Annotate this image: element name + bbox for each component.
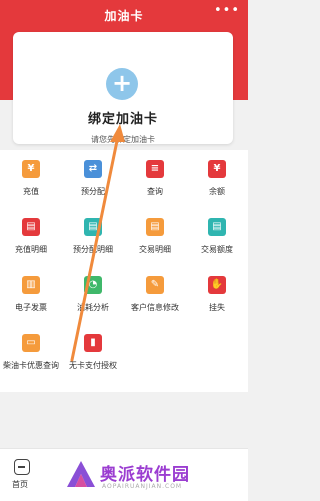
grid-item-query[interactable]: ≡ 查询: [124, 150, 186, 208]
customer-info-icon: ✎: [146, 276, 164, 294]
grid-item-transaction-limit[interactable]: ▤ 交易额度: [186, 208, 248, 266]
grid-item-transaction-detail[interactable]: ▤ 交易明细: [124, 208, 186, 266]
grid-item-label: 预分配: [81, 187, 105, 196]
transaction-detail-icon: ▤: [146, 218, 164, 236]
app-header: 加油卡 •••: [0, 0, 248, 30]
cardless-payment-icon: ▮: [84, 334, 102, 352]
grid-item-label: 无卡支付授权: [69, 361, 117, 370]
add-card-icon[interactable]: +: [106, 68, 138, 100]
grid-item-label: 油耗分析: [77, 303, 109, 312]
grid-item-cardless-payment[interactable]: ▮ 无卡支付授权: [62, 324, 124, 382]
balance-icon: ¥: [208, 160, 226, 178]
watermark-brand: 奥派软件园: [100, 465, 190, 485]
grid-item-label: 预分配明细: [73, 245, 113, 254]
grid-item-e-invoice[interactable]: ▥ 电子发票: [0, 266, 62, 324]
grid-item-label: 交易明细: [139, 245, 171, 254]
more-options-icon[interactable]: •••: [214, 3, 240, 18]
function-grid: ¥ 充值 ⇄ 预分配 ≡ 查询 ¥ 余额 ▤ 充值明细 ▤ 预分配明细 ▤ 交易…: [0, 150, 248, 392]
grid-item-label: 柴油卡优惠查询: [3, 361, 59, 370]
grid-item-label: 客户信息修改: [131, 303, 179, 312]
home-icon: [14, 459, 30, 475]
recharge-icon: ¥: [22, 160, 40, 178]
watermark: 奥派软件园 AOPAIRUANJIAN.COM: [66, 458, 242, 494]
bind-card-subtitle: 请您先绑定加油卡: [91, 135, 155, 144]
grid-item-label: 余额: [209, 187, 225, 196]
bind-card-title: 绑定加油卡: [87, 112, 158, 127]
query-icon: ≡: [146, 160, 164, 178]
grid-item-report-loss[interactable]: ✋ 挂失: [186, 266, 248, 324]
grid-item-diesel-discount[interactable]: ▭ 柴油卡优惠查询: [0, 324, 62, 382]
grid-item-label: 查询: [147, 187, 163, 196]
grid-item-label: 电子发票: [15, 303, 47, 312]
grid-item-preallocate-detail[interactable]: ▤ 预分配明细: [62, 208, 124, 266]
grid-item-label: 充值: [23, 187, 39, 196]
watermark-logo-icon: [67, 461, 95, 487]
e-invoice-icon: ▥: [22, 276, 40, 294]
grid-item-recharge[interactable]: ¥ 充值: [0, 150, 62, 208]
tab-home-label: 首页: [12, 480, 28, 489]
preallocate-detail-icon: ▤: [84, 218, 102, 236]
grid-item-recharge-detail[interactable]: ▤ 充值明细: [0, 208, 62, 266]
grid-item-customer-info[interactable]: ✎ 客户信息修改: [124, 266, 186, 324]
transaction-limit-icon: ▤: [208, 218, 226, 236]
grid-item-balance[interactable]: ¥ 余额: [186, 150, 248, 208]
bind-card-panel[interactable]: + 绑定加油卡 请您先绑定加油卡: [13, 32, 233, 144]
grid-item-label: 充值明细: [15, 245, 47, 254]
page-title: 加油卡: [104, 9, 144, 23]
grid-item-label: 挂失: [209, 303, 225, 312]
report-loss-icon: ✋: [208, 276, 226, 294]
grid-item-preallocate[interactable]: ⇄ 预分配: [62, 150, 124, 208]
diesel-discount-icon: ▭: [22, 334, 40, 352]
fuel-analysis-icon: ◔: [84, 276, 102, 294]
watermark-url: AOPAIRUANJIAN.COM: [102, 483, 183, 490]
grid-item-fuel-analysis[interactable]: ◔ 油耗分析: [62, 266, 124, 324]
recharge-detail-icon: ▤: [22, 218, 40, 236]
grid-item-label: 交易额度: [201, 245, 233, 254]
preallocate-icon: ⇄: [84, 160, 102, 178]
